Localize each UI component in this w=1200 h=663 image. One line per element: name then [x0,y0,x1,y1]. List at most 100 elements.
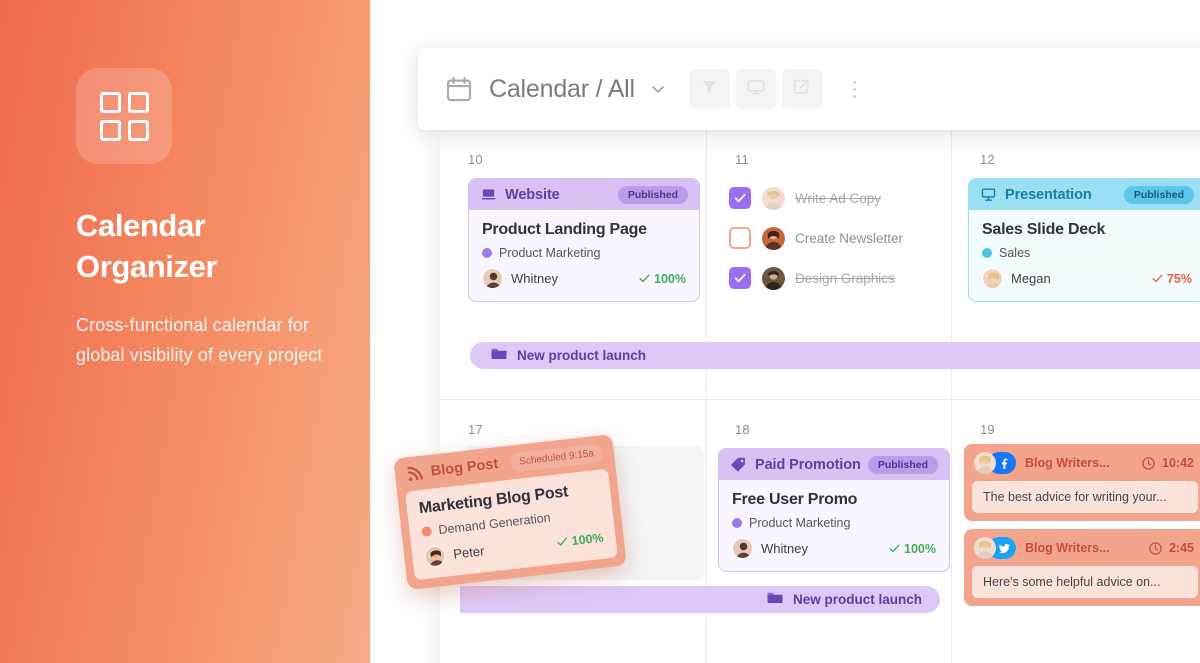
event-card-paid-promotion[interactable]: Paid Promotion Published Free User Promo… [718,448,950,572]
calendar-toolbar: Calendar / All [418,48,1200,130]
promo-subtitle: Cross-functional calendar for global vis… [76,314,323,366]
checklist-item[interactable]: Write Ad Copy [729,178,903,218]
day-number: 11 [735,152,749,167]
project-span-bar[interactable]: New product launch [470,342,1200,369]
assignee-name: Whitney [761,541,808,556]
avatar [423,544,447,568]
day-number: 18 [735,422,750,437]
display-button[interactable] [735,69,776,109]
presentation-screen-icon [980,186,997,203]
day-number: 17 [468,422,483,437]
social-account-name: Blog Writers... [1025,541,1110,555]
folder-icon [490,344,508,367]
more-vertical-icon [853,80,857,98]
checklist: Write Ad Copy Create Newsletter Design G… [729,178,903,298]
checklist-item[interactable]: Design Graphics [729,258,903,298]
checkbox-checked-icon[interactable] [729,187,751,209]
event-title: Product Landing Page [482,221,647,238]
laptop-icon [480,186,497,203]
tag-color-dot [482,248,492,258]
rss-feed-icon [405,464,424,483]
folder-icon [766,588,784,611]
grid-squares-icon [99,91,149,141]
toolbar-actions [689,69,870,109]
span-bar-label: New product launch [517,348,647,363]
social-post-time: 2:45 [1168,541,1194,555]
progress-value: 100% [904,541,936,556]
event-type-label: Presentation [1005,186,1092,203]
assignee-name: Whitney [511,271,558,286]
progress-indicator: 100% [638,272,686,286]
chevron-down-icon[interactable] [648,79,668,99]
social-account-name: Blog Writers... [1025,456,1110,470]
filter-button[interactable] [689,69,730,109]
avatar [762,186,785,210]
calendar-week-row: 10 11 12 Website Published Product Landi… [440,130,1200,400]
social-post-card[interactable]: Blog Writers... 10:42 The best advice fo… [964,444,1200,521]
checklist-item[interactable]: Create Newsletter [729,218,903,258]
event-card-presentation[interactable]: Presentation Published Sales Slide Deck … [968,178,1200,302]
progress-indicator: 75% [1151,272,1192,286]
event-type-label: Website [505,186,560,203]
assignee-name: Peter [452,543,486,562]
event-title: Sales Slide Deck [982,221,1106,238]
progress-value: 75% [1166,271,1192,286]
day-number: 12 [980,152,995,167]
app-logo [76,68,172,164]
breadcrumb-title[interactable]: Calendar / All [489,75,635,104]
checkbox-unchecked-icon[interactable] [729,227,751,249]
avatar [732,538,753,559]
avatar [974,537,996,559]
project-span-bar[interactable]: New product launch [460,586,940,613]
event-card-website[interactable]: Website Published Product Landing Page P… [468,178,700,302]
promo-title-line2: Organizer [76,248,218,284]
status-badge: Scheduled 9:15a [509,442,604,473]
event-card-blog-post-dragged[interactable]: Blog Post Scheduled 9:15a Marketing Blog… [393,433,627,591]
avatar [762,266,785,290]
calendar-icon [444,74,474,104]
day-number: 19 [980,422,995,437]
social-post-card[interactable]: Blog Writers... 2:45 Here's some helpful… [964,529,1200,606]
promo-title-line1: Calendar [76,208,206,243]
filter-funnel-icon [700,77,719,101]
promo-panel: Calendar Organizer Cross-functional cale… [0,0,370,663]
more-options-button[interactable] [840,69,870,109]
social-avatar-group [974,537,1016,559]
clock-icon [1141,456,1156,471]
status-badge: Published [617,185,688,204]
span-bar-label: New product launch [792,592,922,607]
progress-value: 100% [654,271,686,286]
event-type-label: Paid Promotion [755,456,861,473]
tag-color-dot [421,526,433,538]
status-badge: Published [867,455,938,474]
tag-color-dot [982,248,992,258]
checklist-label: Write Ad Copy [795,190,882,206]
tag-color-dot [732,518,742,528]
promo-title: Calendar Organizer [76,206,346,288]
clock-icon [1148,541,1163,556]
event-type-label: Blog Post [430,456,500,480]
social-post-time: 10:42 [1162,456,1194,470]
checkbox-checked-icon[interactable] [729,267,751,289]
social-post-text: Here's some helpful advice on... [972,566,1198,598]
event-title: Free User Promo [732,491,858,508]
status-badge: Published [1123,185,1194,204]
share-export-icon [792,77,811,101]
calendar-grid: 10 11 12 Website Published Product Landi… [440,130,1200,663]
event-tag: Demand Generation [437,510,552,538]
social-avatar-group [974,452,1016,474]
day-number: 10 [468,152,483,167]
checklist-label: Create Newsletter [795,230,904,246]
checklist-label: Design Graphics [795,270,895,286]
avatar [762,226,785,250]
price-tag-icon [730,456,747,473]
event-tag: Product Marketing [749,516,851,530]
progress-value: 100% [570,530,605,548]
social-post-text: The best advice for writing your... [972,481,1198,513]
avatar [974,452,996,474]
event-tag: Product Marketing [499,246,601,260]
event-tag: Sales [999,246,1031,260]
share-button[interactable] [781,69,822,109]
monitor-icon [746,77,766,102]
avatar [482,268,503,289]
